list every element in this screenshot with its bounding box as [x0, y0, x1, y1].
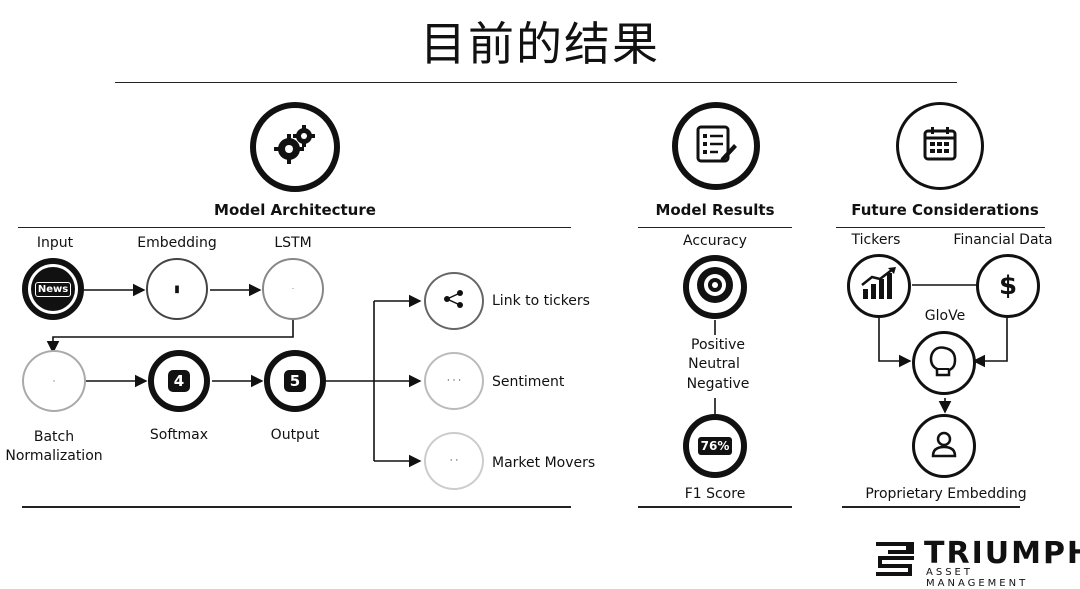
- financial-data-node: $: [976, 254, 1040, 318]
- news-icon: News: [31, 267, 75, 311]
- link-tickers-node: [424, 272, 484, 330]
- batch-norm-node: ·: [22, 350, 86, 412]
- section-title-future: Future Considerations: [851, 201, 1039, 219]
- softmax-label: Softmax: [149, 427, 209, 443]
- class-neutral: Neutral: [688, 356, 740, 372]
- target-icon: [695, 265, 735, 309]
- market-movers-node: · ·: [424, 432, 484, 490]
- output-number: 5: [284, 370, 306, 392]
- class-negative: Negative: [686, 376, 750, 392]
- future-icon-circle: [896, 102, 984, 190]
- f1-node: 76%: [683, 414, 747, 478]
- proprietary-label: Proprietary Embedding: [865, 486, 1027, 502]
- growth-chart-icon: [860, 267, 898, 305]
- results-divider-top: [638, 227, 792, 228]
- future-divider-bottom: [842, 506, 1020, 508]
- input-node: News: [22, 258, 84, 320]
- dollar-icon: $: [998, 271, 1018, 301]
- softmax-node: 4: [148, 350, 210, 412]
- input-label: Input: [36, 235, 74, 251]
- checklist-icon: [694, 124, 738, 168]
- lstm-dot: ·: [292, 285, 294, 293]
- boxing-glove-icon: [927, 344, 961, 382]
- triumph-logo-mark: [876, 542, 916, 580]
- architecture-divider-bottom: [22, 506, 571, 508]
- tickers-label: Tickers: [851, 232, 901, 248]
- triumph-logo: TRIUMPH ASSET MANAGEMENT: [876, 536, 1080, 589]
- results-divider-bottom: [638, 506, 792, 508]
- output-label: Output: [270, 427, 320, 443]
- section-title-results: Model Results: [655, 201, 775, 219]
- output-target-label: Market Movers: [492, 455, 596, 471]
- batch-label-line1: Batch: [33, 429, 75, 445]
- gears-icon: [271, 121, 319, 173]
- f1-value: 76%: [697, 437, 733, 455]
- financial-data-label: Financial Data: [953, 232, 1053, 248]
- architecture-icon-circle: [250, 102, 340, 192]
- embedding-dot: ▮: [174, 283, 180, 295]
- sentiment-node: · · ·: [424, 352, 484, 410]
- output-target-label: Link to tickers: [492, 293, 590, 309]
- softmax-number: 4: [168, 370, 190, 392]
- output-node: 5: [264, 350, 326, 412]
- embedding-node: ▮: [146, 258, 208, 320]
- logo-subtitle: ASSET MANAGEMENT: [926, 567, 1029, 589]
- section-title-architecture: Model Architecture: [214, 201, 376, 219]
- batch-label-line2: Normalization: [5, 448, 103, 464]
- output-target-label: Sentiment: [492, 374, 565, 390]
- embedding-label: Embedding: [137, 235, 217, 251]
- glove-node: [912, 331, 976, 395]
- glove-label: GloVe: [924, 308, 966, 324]
- news-badge: News: [34, 281, 72, 297]
- lstm-label: LSTM: [274, 235, 312, 251]
- future-divider-top: [836, 227, 1045, 228]
- class-positive: Positive: [691, 337, 745, 353]
- sentiment-icon: · · ·: [446, 376, 462, 386]
- results-icon-circle: [672, 102, 760, 190]
- accuracy-node: [683, 255, 747, 319]
- batch-dot: ·: [52, 376, 56, 386]
- f1-label: F1 Score: [684, 486, 746, 502]
- logo-name: TRIUMPH: [924, 536, 1080, 571]
- lstm-node: ·: [262, 258, 324, 320]
- market-movers-icon: · ·: [449, 456, 459, 466]
- user-icon: [929, 429, 959, 463]
- architecture-divider-top: [18, 227, 571, 228]
- accuracy-label: Accuracy: [683, 233, 747, 249]
- calendar-icon: [922, 126, 958, 166]
- tickers-node: [847, 254, 911, 318]
- proprietary-node: [912, 414, 976, 478]
- share-icon: [443, 290, 465, 312]
